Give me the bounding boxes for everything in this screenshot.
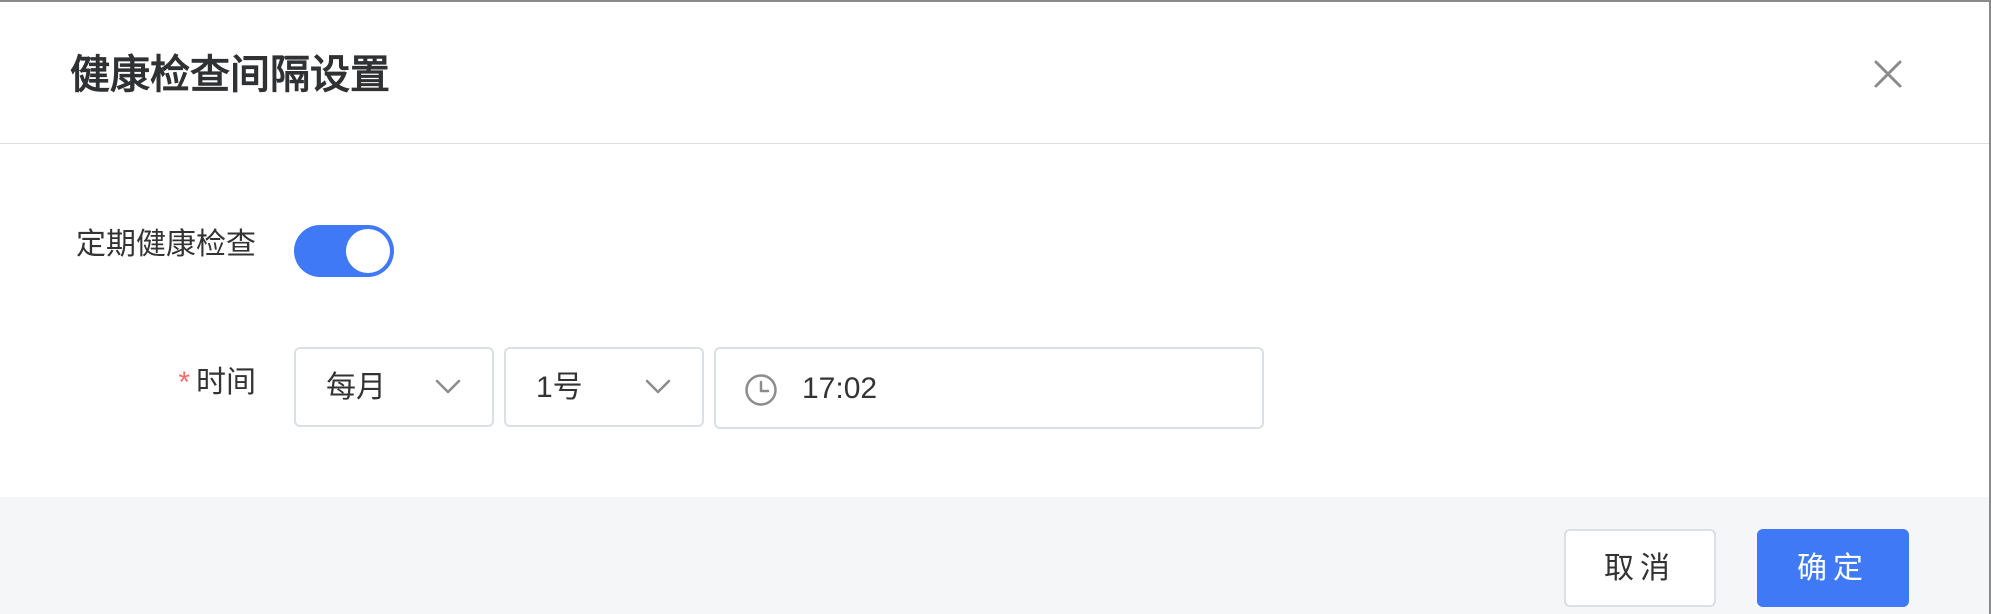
clock-icon: [745, 374, 777, 406]
health-check-interval-dialog: 健康检查间隔设置 定期健康检查 * 时间 每月 1号 17:02 取消 确定: [0, 0, 1991, 614]
toggle-knob: [346, 229, 390, 273]
time-label-text: 时间: [196, 366, 256, 399]
dialog-body: 定期健康检查 * 时间 每月 1号 17:02: [0, 145, 1989, 497]
time-picker-input[interactable]: 17:02: [714, 347, 1264, 429]
dialog-footer: 取消 确定: [0, 497, 1989, 614]
day-value: 1号: [536, 371, 583, 404]
chevron-down-icon: [435, 379, 461, 394]
dialog-title: 健康检查间隔设置: [70, 53, 390, 97]
day-select[interactable]: 1号: [504, 347, 704, 427]
chevron-down-icon: [645, 379, 671, 394]
close-icon: [1874, 60, 1902, 88]
close-button[interactable]: [1866, 52, 1910, 96]
frequency-select[interactable]: 每月: [294, 347, 494, 427]
required-mark: *: [178, 366, 190, 399]
periodic-check-toggle[interactable]: [294, 225, 394, 277]
frequency-value: 每月: [326, 371, 386, 404]
time-value: 17:02: [802, 372, 878, 405]
cancel-button[interactable]: 取消: [1564, 529, 1716, 607]
time-label: * 时间: [178, 363, 256, 403]
confirm-button[interactable]: 确定: [1757, 529, 1909, 607]
dialog-header: 健康检查间隔设置: [0, 2, 1989, 144]
